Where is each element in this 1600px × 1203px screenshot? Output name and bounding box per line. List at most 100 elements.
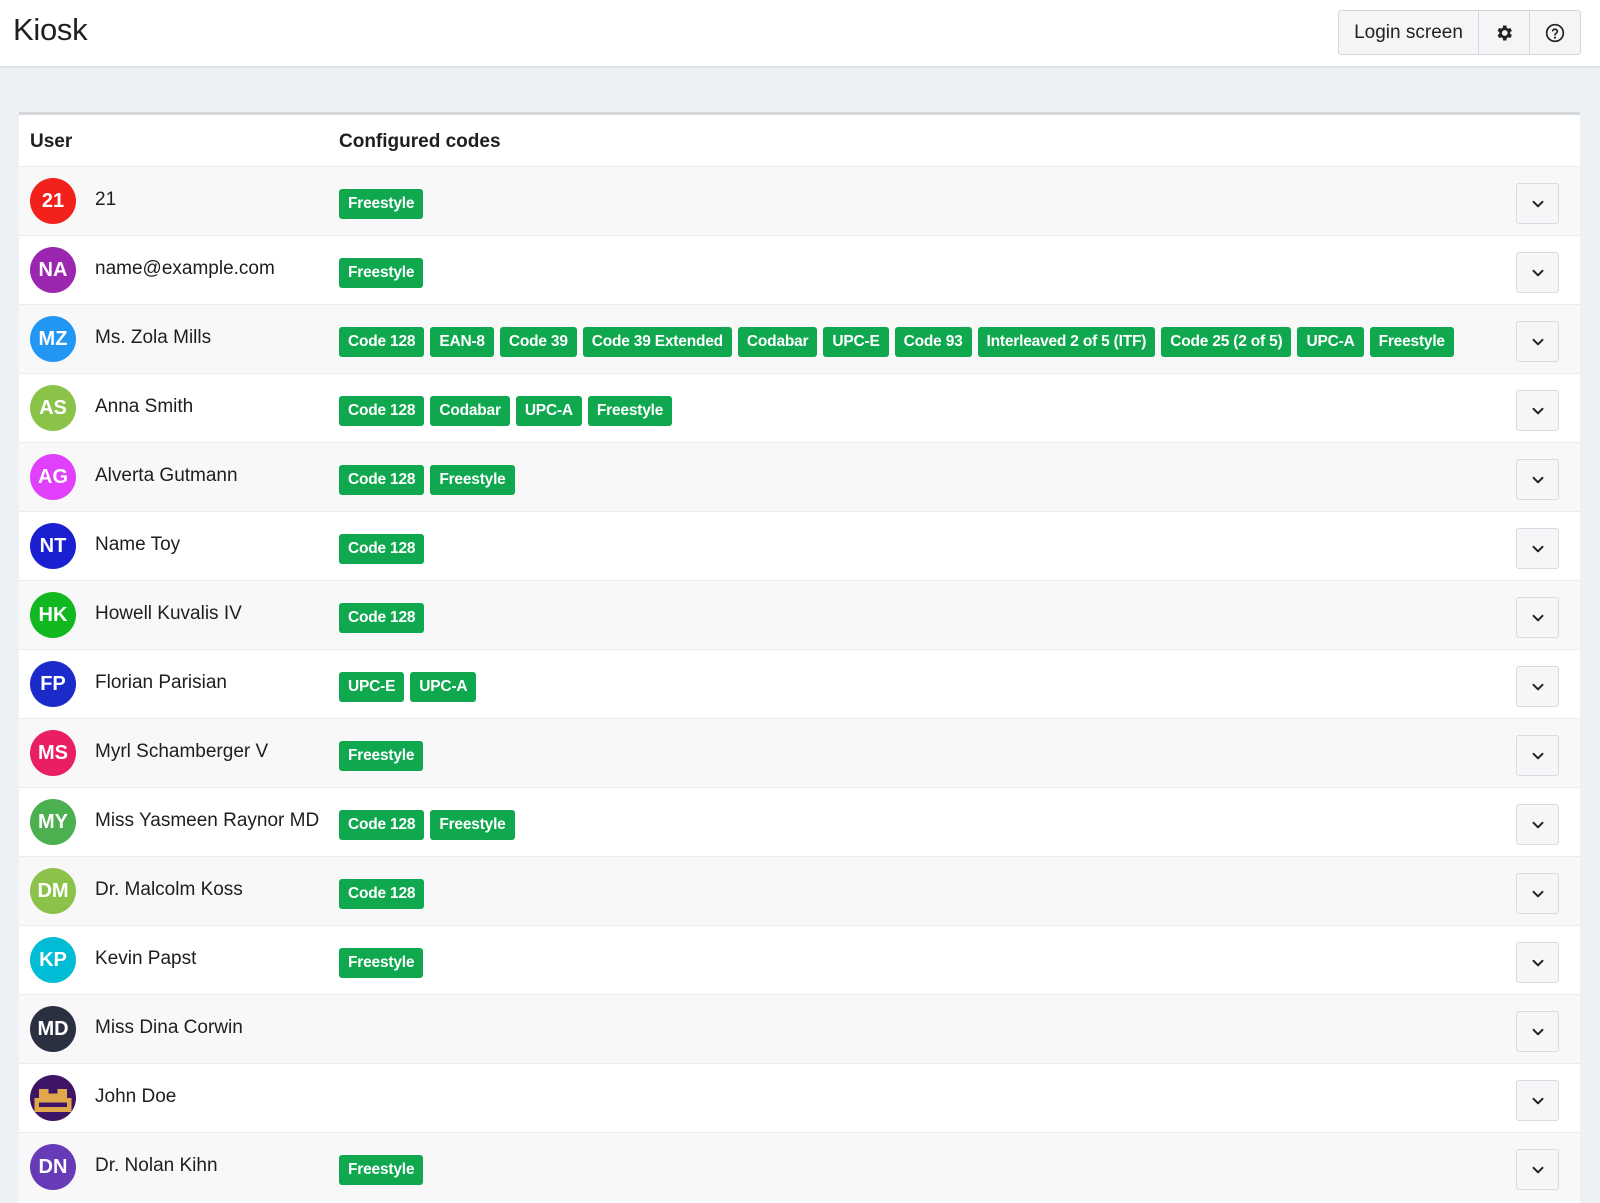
user-name: Name Toy bbox=[95, 534, 181, 555]
users-panel: User Configured codes 21 21 Freestyle NA nam… bbox=[19, 112, 1580, 1203]
user-name: Dr. Malcolm Koss bbox=[95, 879, 243, 900]
table-row: AG Alverta Gutmann Code 128 Freestyle bbox=[19, 442, 1580, 511]
user-name: name@example.com bbox=[95, 258, 275, 279]
code-tag: Code 128 bbox=[339, 879, 425, 909]
configured-codes: Code 128 Freestyle bbox=[339, 810, 515, 840]
configured-codes: Code 128 Freestyle bbox=[339, 465, 515, 495]
avatar: MS bbox=[30, 730, 76, 776]
avatar: AG bbox=[30, 454, 76, 500]
configured-codes: Freestyle bbox=[339, 741, 424, 771]
user-name: Howell Kuvalis IV bbox=[95, 603, 242, 624]
code-tag: UPC-E bbox=[339, 672, 405, 702]
chevron-down-icon bbox=[1532, 614, 1543, 621]
configured-codes: Code 128 bbox=[339, 879, 425, 909]
gear-icon bbox=[1497, 25, 1512, 40]
avatar: DN bbox=[30, 1144, 76, 1190]
avatar: HK bbox=[30, 592, 76, 638]
configured-codes: Freestyle bbox=[339, 948, 424, 978]
code-tag: Code 128 bbox=[339, 465, 425, 495]
table-row: AS Anna Smith Code 128 Codabar UPC-A Freestyl… bbox=[19, 373, 1580, 442]
user-name: Myrl Schamberger V bbox=[95, 741, 269, 762]
avatar: DM bbox=[30, 868, 76, 914]
code-tag: EAN-8 bbox=[430, 327, 494, 357]
chevron-down-icon bbox=[1532, 890, 1543, 897]
expand-row-button[interactable] bbox=[1516, 1011, 1559, 1052]
expand-row-button[interactable] bbox=[1516, 597, 1559, 638]
configured-codes: Code 128 bbox=[339, 603, 425, 633]
help-button[interactable] bbox=[1530, 11, 1580, 54]
expand-row-button[interactable] bbox=[1516, 1149, 1559, 1190]
expand-row-button[interactable] bbox=[1516, 459, 1559, 500]
code-tag: Code 25 (2 of 5) bbox=[1161, 327, 1292, 357]
column-header-user: User bbox=[30, 131, 73, 152]
code-tag: Codabar bbox=[430, 396, 510, 426]
chevron-down-icon bbox=[1532, 545, 1543, 552]
chevron-down-icon bbox=[1532, 821, 1543, 828]
code-tag: Code 39 bbox=[499, 327, 577, 357]
table-row: MZ Ms. Zola Mills Code 128 EAN-8 Code 39 Code… bbox=[19, 304, 1580, 373]
user-name: Ms. Zola Mills bbox=[95, 327, 212, 348]
table-row: KP Kevin Papst Freestyle bbox=[19, 925, 1580, 994]
avatar: MD bbox=[30, 1006, 76, 1052]
chevron-down-icon bbox=[1532, 338, 1543, 345]
configured-codes: Code 128 Codabar UPC-A Freestyle bbox=[339, 396, 673, 426]
code-tag: Freestyle bbox=[339, 741, 424, 771]
code-tag: Freestyle bbox=[339, 189, 424, 219]
table-row: FP Florian Parisian UPC-E UPC-A bbox=[19, 649, 1580, 718]
chevron-down-icon bbox=[1532, 269, 1543, 276]
expand-row-button[interactable] bbox=[1516, 804, 1559, 845]
expand-row-button[interactable] bbox=[1516, 252, 1559, 293]
table-row: MS Myrl Schamberger V Freestyle bbox=[19, 718, 1580, 787]
code-tag: Freestyle bbox=[1369, 327, 1454, 357]
code-tag: Freestyle bbox=[339, 948, 424, 978]
table-row: NT Name Toy Code 128 bbox=[19, 511, 1580, 580]
chevron-down-icon bbox=[1532, 1028, 1543, 1035]
code-tag: UPC-A bbox=[1297, 327, 1364, 357]
login-screen-button[interactable]: Login screen bbox=[1339, 11, 1479, 54]
app-title: Kiosk bbox=[13, 12, 88, 47]
question-circle-icon bbox=[1545, 23, 1565, 42]
user-list: 21 21 Freestyle NA name@example.com Freestyle… bbox=[19, 166, 1580, 1201]
user-name: Florian Parisian bbox=[95, 672, 227, 693]
expand-row-button[interactable] bbox=[1516, 321, 1559, 362]
code-tag: Freestyle bbox=[339, 1155, 424, 1185]
chevron-down-icon bbox=[1532, 959, 1543, 966]
table-row: DM Dr. Malcolm Koss Code 128 bbox=[19, 856, 1580, 925]
user-name: Miss Dina Corwin bbox=[95, 1017, 243, 1038]
settings-button[interactable] bbox=[1479, 11, 1530, 54]
expand-row-button[interactable] bbox=[1516, 390, 1559, 431]
expand-row-button[interactable] bbox=[1516, 1080, 1559, 1121]
pixel-avatar-icon bbox=[34, 1088, 72, 1112]
expand-row-button[interactable] bbox=[1516, 528, 1559, 569]
code-tag: Freestyle bbox=[587, 396, 673, 426]
configured-codes: Freestyle bbox=[339, 258, 424, 288]
code-tag: Code 128 bbox=[339, 603, 425, 633]
code-tag: UPC-A bbox=[515, 396, 582, 426]
code-tag: Code 128 bbox=[339, 810, 425, 840]
configured-codes: UPC-E UPC-A bbox=[339, 672, 477, 702]
chevron-down-icon bbox=[1532, 200, 1543, 207]
user-name: Miss Yasmeen Raynor MD bbox=[95, 810, 320, 831]
chevron-down-icon bbox=[1532, 1166, 1543, 1173]
code-tag: Code 128 bbox=[339, 396, 425, 426]
expand-row-button[interactable] bbox=[1516, 666, 1559, 707]
table-row: DN Dr. Nolan Kihn Freestyle bbox=[19, 1132, 1580, 1201]
avatar: MZ bbox=[30, 316, 76, 362]
expand-row-button[interactable] bbox=[1516, 873, 1559, 914]
column-header-codes: Configured codes bbox=[339, 131, 501, 152]
user-name: Kevin Papst bbox=[95, 948, 197, 969]
header-button-group: Login screen bbox=[1338, 10, 1581, 55]
code-tag: UPC-A bbox=[410, 672, 477, 702]
top-bar: Kiosk Login screen bbox=[0, 0, 1600, 67]
avatar bbox=[30, 1075, 76, 1121]
expand-row-button[interactable] bbox=[1516, 942, 1559, 983]
avatar: 21 bbox=[30, 178, 76, 224]
table-row: NA name@example.com Freestyle bbox=[19, 235, 1580, 304]
expand-row-button[interactable] bbox=[1516, 735, 1559, 776]
chevron-down-icon bbox=[1532, 407, 1543, 414]
avatar: AS bbox=[30, 385, 76, 431]
table-row: MY Miss Yasmeen Raynor MD Code 128 Freestyl… bbox=[19, 787, 1580, 856]
avatar: KP bbox=[30, 937, 76, 983]
table-row: 21 21 Freestyle bbox=[19, 166, 1580, 235]
expand-row-button[interactable] bbox=[1516, 183, 1559, 224]
